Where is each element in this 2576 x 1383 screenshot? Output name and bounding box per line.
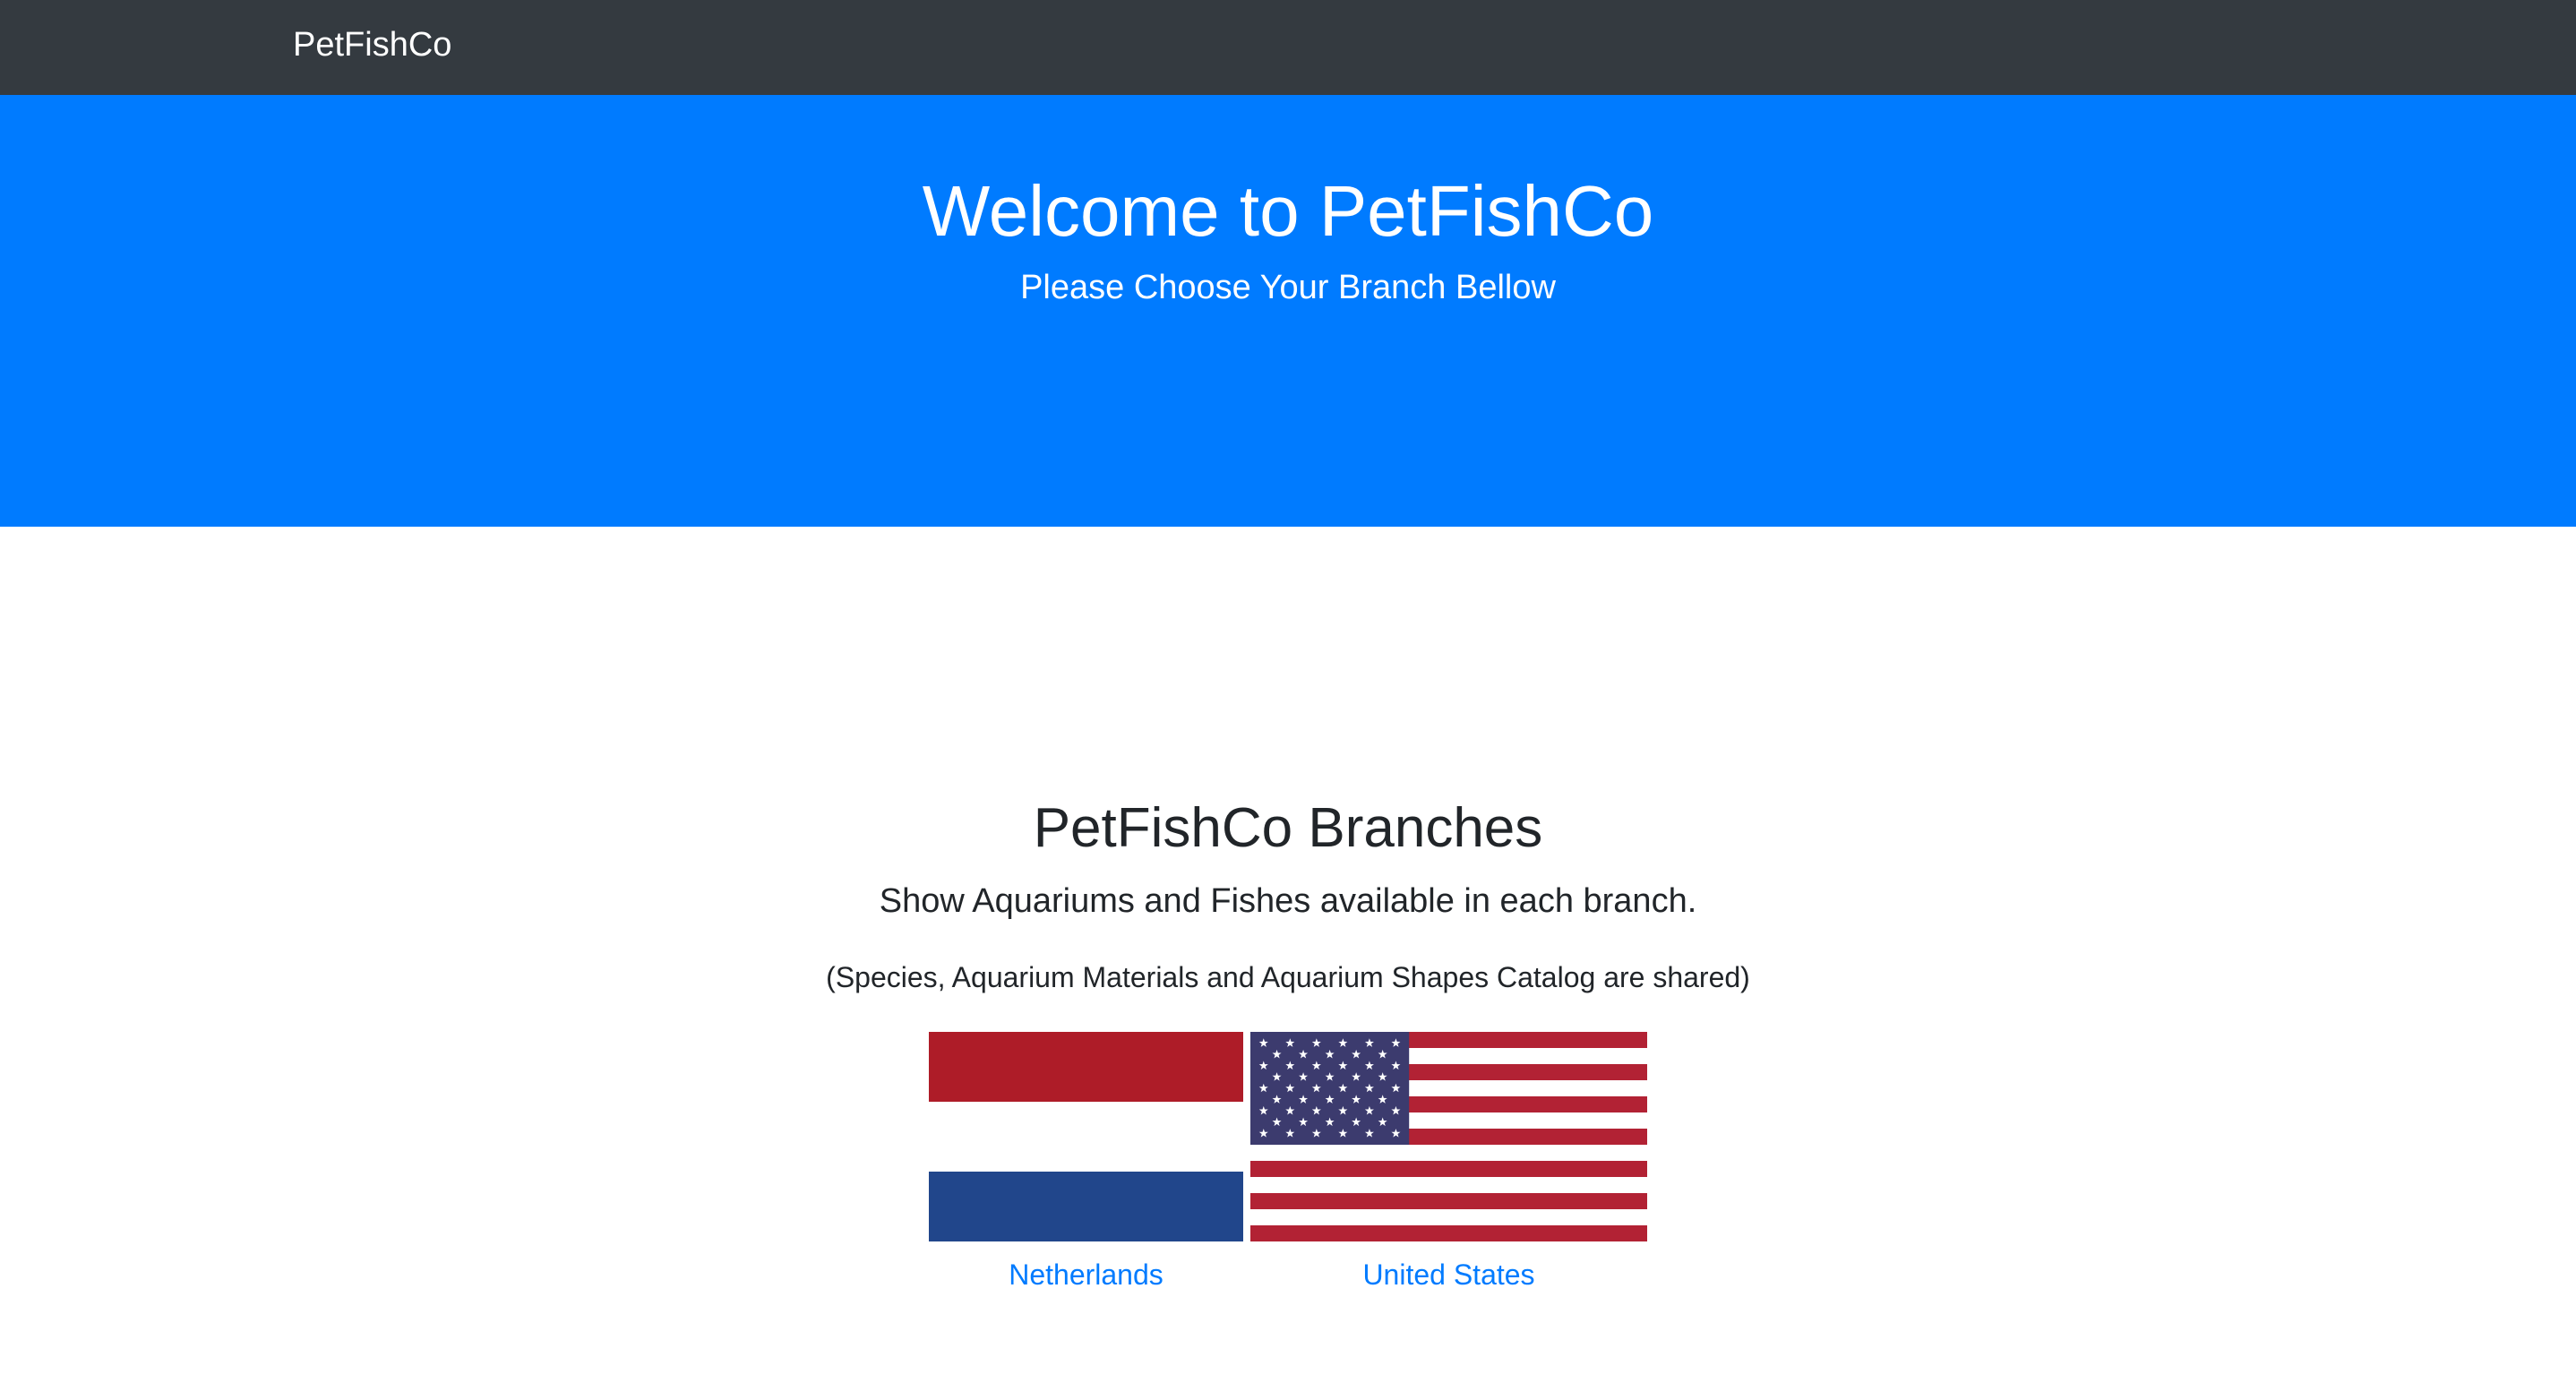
hero-jumbotron: Welcome to PetFishCo Please Choose Your … (0, 95, 2576, 527)
branches-title: PetFishCo Branches (1033, 797, 1543, 859)
branch-link-netherlands[interactable]: Netherlands (929, 1256, 1243, 1293)
branch-link-united-states[interactable]: United States (1250, 1256, 1647, 1293)
netherlands-flag-icon[interactable] (929, 1032, 1243, 1241)
united-states-flag-icon[interactable] (1250, 1032, 1647, 1241)
branches-lead: Show Aquariums and Fishes available in e… (879, 882, 1697, 920)
hero-subtitle: Please Choose Your Branch Bellow (1020, 269, 1556, 306)
branches-section: PetFishCo Branches Show Aquariums and Fi… (0, 527, 2576, 1383)
brand-link[interactable]: PetFishCo (293, 23, 451, 66)
branches-note: (Species, Aquarium Materials and Aquariu… (826, 961, 1750, 993)
top-navbar: PetFishCo (0, 0, 2576, 95)
hero-title: Welcome to PetFishCo (922, 171, 1654, 251)
